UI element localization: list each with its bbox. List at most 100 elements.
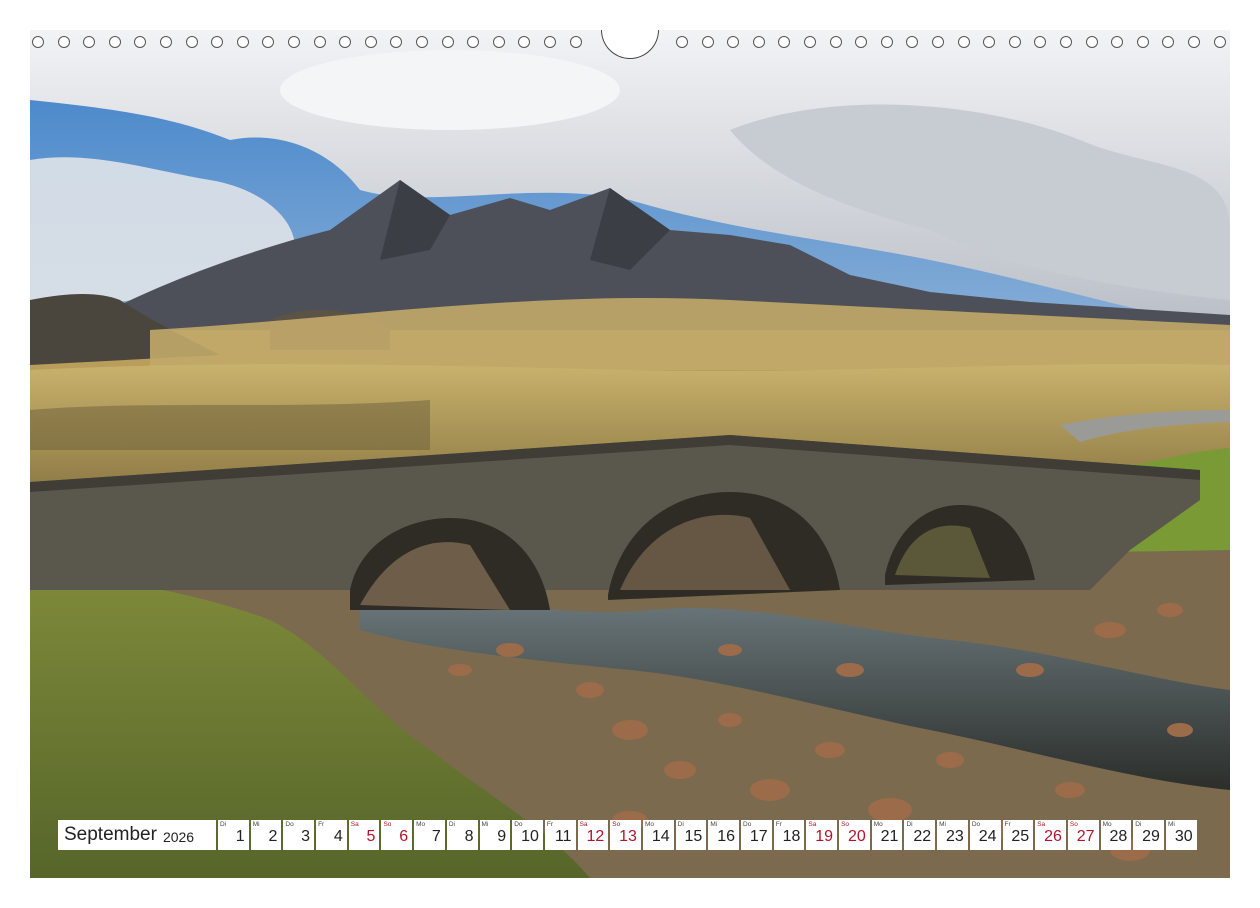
day-number: 13 (619, 828, 637, 845)
binding-ring (83, 36, 96, 48)
binding-ring (288, 36, 300, 48)
binding-ring (416, 36, 428, 48)
day-number: 4 (333, 828, 343, 845)
month-name: September (64, 824, 157, 845)
day-cell: Mo 7 (414, 820, 445, 850)
day-number: 30 (1174, 828, 1193, 845)
day-cell: Fr 18 (773, 820, 805, 850)
binding-ring (544, 36, 556, 48)
weekday-label: Mo (644, 821, 654, 828)
day-cell: Fr 25 (1002, 820, 1034, 850)
day-cell: Do 10 (512, 820, 543, 850)
weekday-label: Sa (1037, 821, 1046, 828)
day-cell: Do 3 (283, 820, 315, 850)
binding-ring (160, 36, 172, 48)
weekday-label: Fr (546, 821, 554, 828)
day-cell: Di 8 (446, 820, 478, 850)
weekday-label: Mi (481, 821, 489, 828)
day-number: 1 (235, 828, 245, 845)
day-cell: So 20 (839, 820, 870, 850)
binding-ring (339, 36, 352, 48)
day-number: 9 (497, 828, 507, 845)
binding-ring (880, 36, 893, 48)
weekday-label: Do (971, 821, 981, 828)
weekday-label: Fr (1004, 821, 1011, 828)
day-cell: Di 1 (218, 820, 249, 850)
year: 2026 (162, 828, 195, 845)
binding-ring (390, 36, 403, 48)
day-number: 21 (880, 828, 899, 845)
binding-ring (467, 36, 480, 48)
weekday-label: Mi (252, 821, 260, 828)
day-number: 15 (684, 828, 703, 845)
day-cell: So 6 (381, 820, 413, 850)
day-number: 7 (431, 828, 441, 845)
day-cell: Do 17 (741, 820, 772, 850)
day-number: 18 (782, 828, 801, 845)
binding-ring (727, 36, 740, 48)
weekday-label: Sa (350, 821, 359, 828)
weekday-label: Mi (710, 821, 718, 828)
day-cell: Sa 26 (1035, 820, 1066, 850)
binding-ring (1034, 36, 1047, 48)
binding-ring (32, 36, 44, 48)
cloud-top (280, 50, 620, 130)
binding-ring (1085, 36, 1098, 48)
day-cell: Mo 21 (871, 820, 903, 850)
binding-ring (983, 36, 996, 48)
binding-ring (1008, 36, 1021, 48)
day-number: 26 (1044, 828, 1062, 845)
binding-ring (57, 36, 70, 48)
day-number: 27 (1076, 828, 1095, 845)
binding-ring (262, 36, 275, 48)
day-number: 6 (399, 828, 409, 845)
weekday-label: Mo (873, 821, 883, 828)
binding-ring (185, 36, 198, 48)
binding-ring (829, 36, 842, 48)
weekday-label: Mi (1167, 821, 1175, 828)
day-cell: Mi 30 (1165, 820, 1197, 850)
binding-ring (236, 36, 249, 48)
day-number: 28 (1109, 828, 1128, 845)
sligachan-bridge-scene (30, 30, 1230, 878)
day-number: 2 (268, 828, 278, 845)
day-number: 22 (913, 828, 932, 845)
day-cell: Mo 14 (642, 820, 674, 850)
day-cell: Mo 28 (1100, 820, 1132, 850)
day-number: 24 (978, 828, 997, 845)
day-number: 10 (521, 828, 539, 845)
binding-ring (1136, 36, 1149, 48)
weekday-label: So (612, 821, 621, 828)
day-number: 20 (847, 828, 866, 845)
day-number: 11 (554, 828, 572, 845)
weekday-label: Di (906, 821, 913, 828)
weekday-label: So (841, 821, 850, 828)
day-cell: Di 29 (1133, 820, 1164, 850)
day-cell: Mi 16 (708, 820, 739, 850)
binding-ring (1188, 36, 1200, 48)
weekday-label: Do (743, 821, 752, 828)
day-number: 23 (946, 828, 964, 845)
binding-ring (134, 36, 147, 48)
day-number: 12 (586, 828, 605, 845)
weekday-label: Mi (939, 821, 946, 828)
landscape-photo (30, 30, 1230, 878)
binding-ring (804, 36, 816, 48)
weekday-label: Do (514, 821, 523, 828)
weekday-label: Di (677, 821, 684, 828)
binding-ring (108, 36, 121, 48)
weekday-label: Sa (808, 821, 817, 828)
day-cell: Fr 11 (544, 820, 576, 850)
binding-ring (676, 36, 688, 48)
day-number: 17 (749, 828, 768, 845)
binding-ring (957, 36, 970, 48)
day-cell: So 13 (610, 820, 641, 850)
binding-ring (1162, 36, 1175, 48)
binding-ring (211, 36, 224, 48)
binding-ring (518, 36, 531, 48)
binding-ring (778, 36, 791, 48)
month-label: September 2026 (58, 820, 216, 850)
day-number: 25 (1011, 828, 1030, 845)
day-cell: Mi 9 (479, 820, 511, 850)
binding-ring (1111, 36, 1124, 48)
